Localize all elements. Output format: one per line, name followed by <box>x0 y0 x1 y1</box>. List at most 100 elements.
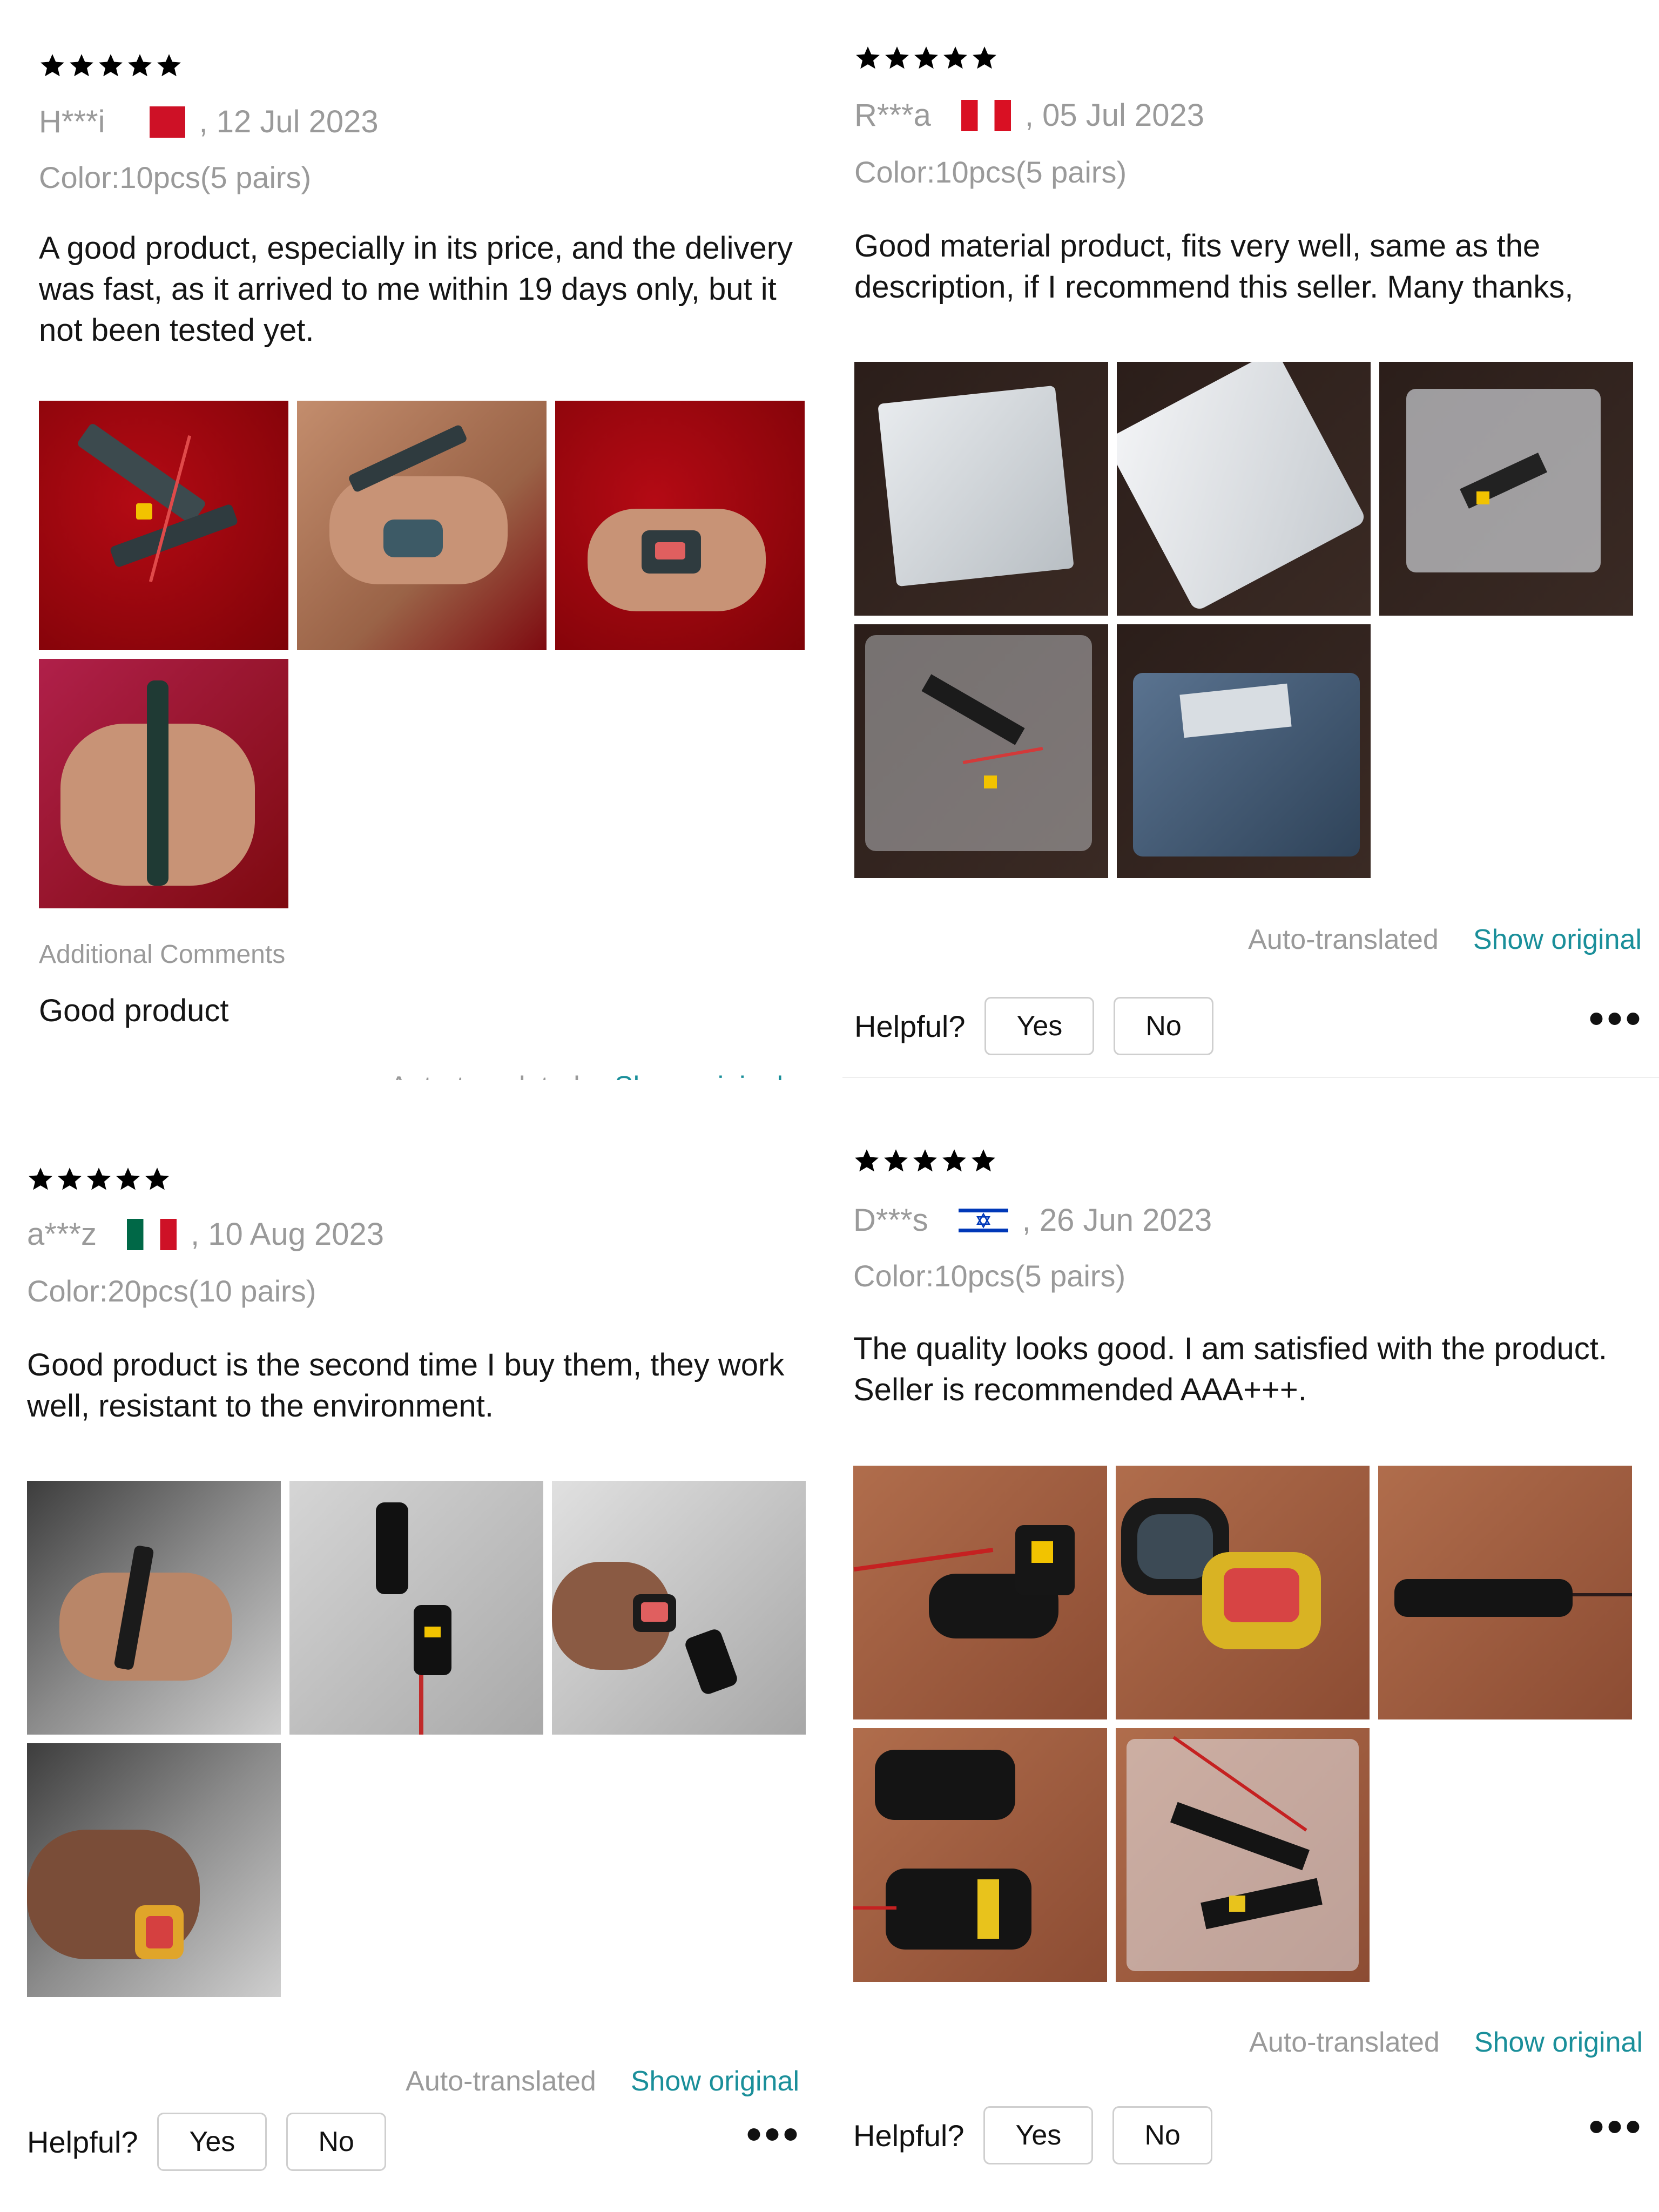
review-photos <box>853 1466 1632 1982</box>
helpful-yes-button[interactable]: Yes <box>983 2106 1094 2164</box>
review-photo[interactable] <box>1379 362 1633 616</box>
star-icon <box>87 1168 111 1190</box>
show-original-link[interactable]: Show original <box>1474 2026 1643 2059</box>
review-photo[interactable] <box>1116 1728 1370 1982</box>
star-icon <box>128 54 152 77</box>
helpful-row: Helpful? Yes No <box>853 2106 1212 2164</box>
review-photo[interactable] <box>854 362 1108 616</box>
review-card: D***s , 26 Jun 2023 Color:10pcs(5 pairs)… <box>842 1107 1659 2187</box>
star-icon <box>884 1149 908 1172</box>
star-icon <box>70 54 93 77</box>
review-meta: H***i , 12 Jul 2023 <box>39 104 379 140</box>
mexico-flag-icon <box>126 1218 177 1250</box>
review-text: The quality looks good. I am satisfied w… <box>853 1331 1607 1407</box>
star-icon <box>885 46 909 69</box>
additional-comments-label: Additional Comments <box>39 940 286 969</box>
translation-bar: Auto-translated Show original <box>406 2065 799 2098</box>
review-date: , 05 Jul 2023 <box>1024 98 1204 133</box>
star-icon <box>914 46 938 69</box>
auto-translated-label: Auto-translated <box>1249 2027 1440 2058</box>
reviewer-name: D***s <box>853 1203 928 1238</box>
helpful-label: Helpful? <box>853 2118 965 2153</box>
review-photo[interactable] <box>1117 624 1371 878</box>
review-card: H***i , 12 Jul 2023 Color:10pcs(5 pairs)… <box>0 0 821 1080</box>
auto-translated-label: Auto-translated <box>1248 924 1439 955</box>
helpful-no-button[interactable]: No <box>286 2113 386 2171</box>
more-options-button[interactable]: ••• <box>1589 2102 1644 2152</box>
review-photo[interactable] <box>555 401 805 650</box>
star-rating <box>39 52 183 79</box>
review-photo[interactable] <box>853 1728 1107 1982</box>
review-photo[interactable] <box>27 1481 281 1735</box>
review-photo[interactable] <box>289 1481 543 1735</box>
show-original-link[interactable]: Show original <box>615 1070 783 1080</box>
review-photo[interactable] <box>854 624 1108 878</box>
review-date: , 10 Aug 2023 <box>190 1217 384 1252</box>
more-options-button[interactable]: ••• <box>746 2109 801 2159</box>
review-meta: R***a , 05 Jul 2023 <box>854 97 1204 133</box>
star-rating <box>854 44 998 71</box>
review-meta: D***s , 26 Jun 2023 <box>853 1202 1212 1238</box>
helpful-no-button[interactable]: No <box>1112 2106 1212 2164</box>
show-original-link[interactable]: Show original <box>1473 923 1642 956</box>
review-card: a***z , 10 Aug 2023 Color:20pcs(10 pairs… <box>0 1107 821 2187</box>
israel-flag-icon <box>958 1204 1008 1236</box>
star-icon <box>157 54 181 77</box>
bahrain-flag-icon <box>135 106 185 138</box>
star-icon <box>29 1168 52 1190</box>
reviewer-name: a***z <box>27 1217 97 1252</box>
star-icon <box>58 1168 82 1190</box>
review-photos <box>27 1481 806 1997</box>
review-photos <box>854 362 1633 878</box>
star-icon <box>856 46 880 69</box>
reviewer-name: H***i <box>39 104 105 139</box>
translation-bar: Auto-translated Show original <box>1248 923 1642 956</box>
helpful-row: Helpful? Yes No <box>854 997 1213 1055</box>
review-text: Good product is the second time I buy th… <box>27 1347 785 1424</box>
star-icon <box>913 1149 937 1172</box>
auto-translated-label: Auto-translated <box>389 1070 580 1080</box>
review-date: , 26 Jun 2023 <box>1022 1203 1212 1238</box>
star-icon <box>943 46 967 69</box>
color-option: Color:10pcs(5 pairs) <box>854 155 1127 189</box>
review-photos <box>39 401 805 908</box>
star-icon <box>145 1168 169 1190</box>
divider <box>842 1077 1659 1078</box>
helpful-yes-button[interactable]: Yes <box>984 997 1095 1055</box>
star-icon <box>972 1149 995 1172</box>
review-meta: a***z , 10 Aug 2023 <box>27 1216 384 1252</box>
star-icon <box>855 1149 879 1172</box>
star-rating <box>27 1165 171 1192</box>
more-options-button[interactable]: ••• <box>1589 994 1644 1043</box>
peru-flag-icon <box>961 99 1011 131</box>
translation-bar: Auto-translated Show original <box>389 1070 783 1080</box>
reviewer-name: R***a <box>854 98 931 133</box>
helpful-no-button[interactable]: No <box>1114 997 1213 1055</box>
additional-comments-text: Good product <box>39 993 229 1028</box>
review-photo[interactable] <box>39 401 288 650</box>
color-option: Color:10pcs(5 pairs) <box>39 160 312 194</box>
review-text: Good material product, fits very well, s… <box>854 228 1574 305</box>
review-photo[interactable] <box>1116 1466 1370 1719</box>
review-card: R***a , 05 Jul 2023 Color:10pcs(5 pairs)… <box>842 0 1659 1080</box>
color-option: Color:10pcs(5 pairs) <box>853 1259 1126 1293</box>
star-icon <box>99 54 123 77</box>
star-icon <box>973 46 996 69</box>
review-photo[interactable] <box>1117 362 1371 616</box>
star-icon <box>41 54 64 77</box>
helpful-yes-button[interactable]: Yes <box>157 2113 267 2171</box>
review-photo[interactable] <box>27 1743 281 1997</box>
show-original-link[interactable]: Show original <box>631 2065 799 2098</box>
review-text: A good product, especially in its price,… <box>39 231 793 348</box>
star-icon <box>116 1168 140 1190</box>
translation-bar: Auto-translated Show original <box>1249 2026 1643 2059</box>
star-rating <box>853 1147 997 1174</box>
star-icon <box>942 1149 966 1172</box>
review-photo[interactable] <box>297 401 547 650</box>
review-photo[interactable] <box>39 659 288 908</box>
color-option: Color:20pcs(10 pairs) <box>27 1274 316 1308</box>
review-photo[interactable] <box>853 1466 1107 1719</box>
review-photo[interactable] <box>552 1481 806 1735</box>
auto-translated-label: Auto-translated <box>406 2066 596 2097</box>
review-photo[interactable] <box>1378 1466 1632 1719</box>
